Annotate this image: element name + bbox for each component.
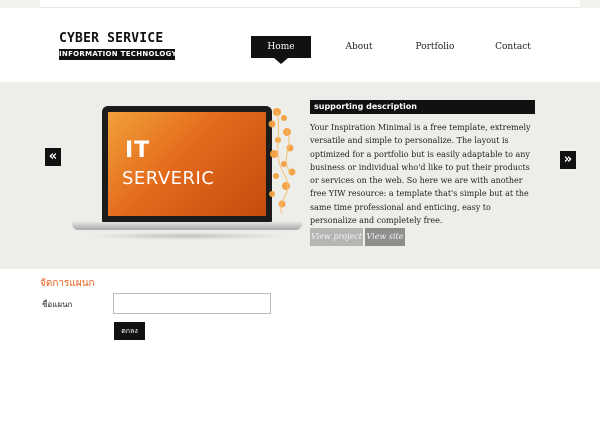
department-name-input[interactable] (113, 293, 271, 314)
featured-slider: « IT SERVERIC supporting description You… (0, 82, 600, 269)
active-pointer-icon (274, 58, 288, 64)
top-strip-inner (40, 0, 580, 8)
laptop-base (72, 222, 302, 230)
site-logo[interactable]: CYBER SERVICE INFORMATION TECHNOLOGY (59, 31, 177, 66)
nav-item-about[interactable]: About (334, 36, 384, 58)
floral-ornament-icon (268, 108, 296, 215)
nav-item-home[interactable]: Home (251, 36, 311, 64)
slide-description: supporting description Your Inspiration … (310, 100, 535, 227)
logo-title: CYBER SERVICE (59, 31, 164, 46)
submit-button[interactable]: ตกลง (114, 322, 145, 340)
nav-item-contact[interactable]: Contact (488, 36, 538, 58)
laptop-image: IT SERVERIC (72, 104, 302, 244)
nav-item-label: Home (267, 42, 295, 52)
nav-item-portfolio[interactable]: Portfolio (410, 36, 460, 58)
slider-prev-button[interactable]: « (45, 148, 61, 166)
double-chevron-right-icon: » (563, 152, 573, 167)
site-header: CYBER SERVICE INFORMATION TECHNOLOGY Hom… (0, 8, 600, 82)
description-text: Your Inspiration Minimal is a free templ… (310, 123, 531, 226)
screen-text-it: IT (125, 138, 151, 163)
form-title: จัดการแผนก (40, 278, 95, 289)
department-name-label: ชื่อแผนก (42, 300, 73, 309)
description-heading: supporting description (310, 100, 535, 114)
double-chevron-left-icon: « (48, 149, 58, 164)
slider-next-button[interactable]: » (560, 151, 576, 169)
view-project-button[interactable]: View project (310, 228, 363, 246)
top-strip (0, 0, 600, 8)
laptop-shadow (84, 232, 290, 240)
logo-subtitle: INFORMATION TECHNOLOGY (59, 49, 177, 60)
screen-text-service: SERVERIC (122, 168, 215, 189)
view-site-button[interactable]: View site (365, 228, 405, 246)
